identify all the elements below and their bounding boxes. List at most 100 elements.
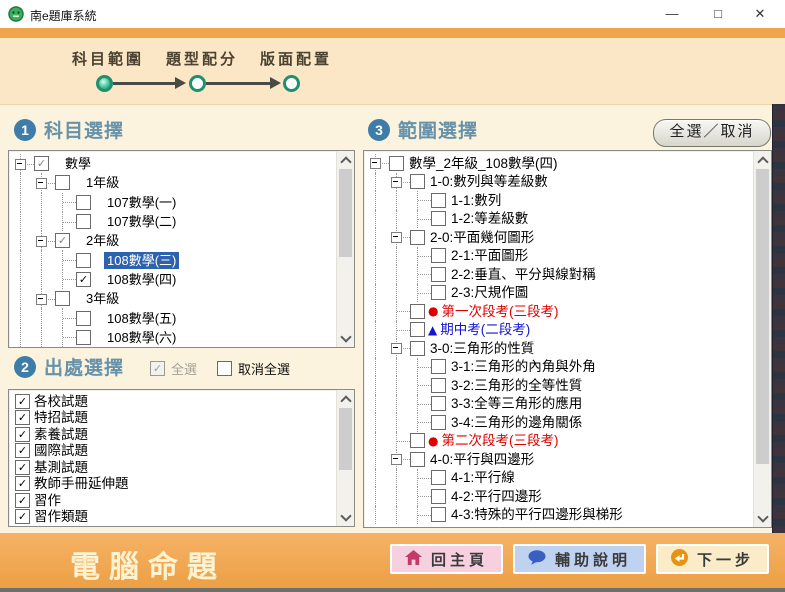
checkbox[interactable] [410, 433, 425, 449]
tree-node-label[interactable]: 4-1:平行線 [448, 469, 518, 486]
checkbox[interactable] [76, 214, 91, 230]
tree-node-label[interactable]: 2-1:平面圖形 [448, 247, 531, 264]
expander-minus-icon[interactable] [36, 293, 47, 305]
scrollbar[interactable] [336, 390, 354, 526]
tree-node-label[interactable]: 4-2:平行四邊形 [448, 488, 545, 505]
tree-node-label[interactable]: 108數學(三) [104, 251, 180, 269]
checkbox[interactable]: ✓ [34, 156, 49, 172]
scroll-up-icon[interactable] [337, 391, 354, 407]
checkbox[interactable] [410, 451, 425, 467]
checkbox[interactable] [431, 470, 446, 486]
checkbox[interactable] [410, 340, 425, 356]
scrollbar-thumb[interactable] [339, 408, 352, 470]
checkbox[interactable]: ✓ [55, 233, 70, 249]
tree-node-label[interactable]: 4-0:平行與四邊形 [427, 451, 537, 468]
expander-minus-icon[interactable] [36, 235, 47, 247]
tree-node-label[interactable]: 1-1:數列 [448, 192, 504, 209]
tree-node-label[interactable]: 3-4:三角形的邊角關係 [448, 414, 585, 431]
minimize-button[interactable]: — [655, 0, 689, 28]
checkbox[interactable] [76, 194, 91, 210]
tree-node-label[interactable]: 2-0:平面幾何圖形 [427, 229, 537, 246]
source-list-item[interactable]: ✓ 特招試題 [11, 410, 337, 427]
checkbox[interactable]: ✓ [15, 393, 30, 409]
tree-node-label[interactable]: 1年級 [83, 174, 122, 191]
checkbox[interactable]: ✓ [15, 410, 30, 426]
checkbox[interactable]: ✓ [15, 509, 30, 525]
checkbox[interactable] [431, 248, 446, 264]
select-all-option[interactable]: ✓ 全選 [150, 359, 197, 378]
expander-minus-icon[interactable] [15, 158, 26, 170]
tree-node-label[interactable]: 2年級 [83, 232, 122, 249]
scroll-up-icon[interactable] [337, 152, 354, 168]
checkbox[interactable] [431, 507, 446, 523]
scrollbar[interactable] [753, 151, 771, 527]
expander-minus-icon[interactable] [370, 158, 381, 170]
subject-tree-panel[interactable]: ✓ 數學 1年級 107數學(一) 107數學(二) ✓ 2年級 108數學(三) ✓ 108數學… [8, 150, 355, 348]
checkbox[interactable] [410, 322, 425, 338]
tree-node-label[interactable]: 2-2:垂直、平分與線對稱 [448, 266, 599, 283]
checkbox[interactable] [431, 414, 446, 430]
expander-minus-icon[interactable] [36, 177, 47, 189]
checkbox[interactable] [410, 174, 425, 190]
maximize-button[interactable]: □ [701, 0, 735, 28]
checkbox[interactable] [431, 285, 446, 301]
checkbox[interactable] [431, 396, 446, 412]
expander-minus-icon[interactable] [391, 454, 402, 466]
source-list-item[interactable]: ✓ 各校試題 [11, 393, 337, 410]
checkbox[interactable] [431, 488, 446, 504]
tree-node-label[interactable]: 1-0:數列與等差級數 [427, 173, 551, 190]
tree-node-label[interactable]: 108數學(四) [104, 271, 179, 288]
deselect-all-checkbox[interactable] [217, 361, 233, 376]
deselect-all-option[interactable]: 取消全選 [217, 359, 290, 378]
tree-node-label[interactable]: 3-1:三角形的內角與外角 [448, 358, 599, 375]
tree-node-label[interactable]: 3年級 [83, 290, 122, 307]
tree-node-label[interactable]: 3-3:全等三角形的應用 [448, 395, 585, 412]
select-all-toggle-button[interactable]: 全選／取消 [653, 119, 771, 147]
tree-node-label[interactable]: 1-2:等差級數 [448, 210, 531, 227]
checkbox[interactable] [431, 211, 446, 227]
checkbox[interactable] [431, 359, 446, 375]
checkbox[interactable] [55, 175, 70, 191]
scroll-down-icon[interactable] [337, 330, 354, 346]
select-all-checkbox[interactable]: ✓ [150, 361, 165, 376]
tree-node-label[interactable]: 4-3:特殊的平行四邊形與梯形 [448, 506, 626, 523]
checkbox[interactable]: ✓ [15, 426, 30, 442]
tree-node-label[interactable]: 3-2:三角形的全等性質 [448, 377, 585, 394]
expander-minus-icon[interactable] [391, 343, 402, 355]
tree-node-label[interactable]: 108數學(五) [104, 310, 179, 327]
checkbox[interactable]: ✓ [15, 476, 30, 492]
checkbox[interactable] [76, 329, 91, 345]
scrollbar-thumb[interactable] [339, 169, 352, 257]
checkbox[interactable] [410, 303, 425, 319]
source-list-item[interactable]: ✓ 國際試題 [11, 443, 337, 460]
source-list-item[interactable]: ✓ 習作類題 [11, 509, 337, 526]
source-list-item[interactable]: ✓ 教師手冊延伸題 [11, 476, 337, 493]
source-list-item[interactable]: ✓ 素養試題 [11, 426, 337, 443]
range-tree-panel[interactable]: 數學_2年級_108數學(四) 1-0:數列與等差級數 1-1:數列 1-2:等差級數… [363, 150, 772, 528]
tree-node-label[interactable]: 3-0:三角形的性質 [427, 340, 537, 357]
close-button[interactable]: ✕ [743, 0, 777, 28]
scroll-up-icon[interactable] [754, 152, 771, 168]
checkbox[interactable] [431, 192, 446, 208]
tree-node-label[interactable]: 第二次段考(三段考) [440, 432, 561, 449]
checkbox[interactable] [431, 266, 446, 282]
checkbox[interactable] [431, 377, 446, 393]
checkbox[interactable] [410, 229, 425, 245]
tree-node-label[interactable]: 107數學(二) [104, 213, 179, 230]
tree-node-label[interactable]: 107數學(一) [104, 194, 179, 211]
scroll-down-icon[interactable] [754, 510, 771, 526]
scroll-down-icon[interactable] [337, 509, 354, 525]
source-list-panel[interactable]: ✓ 各校試題 ✓ 特招試題 ✓ 素養試題 ✓ 國際試題 ✓ 基測試題 ✓ 教師手冊延伸題 ✓ 習作 ✓ 習作類… [8, 389, 355, 527]
tree-node-label[interactable]: 第一次段考(三段考) [440, 303, 561, 320]
checkbox[interactable] [389, 155, 404, 171]
tree-node-label[interactable]: 數學 [62, 155, 94, 172]
checkbox[interactable] [55, 291, 70, 307]
next-step-button[interactable]: 下一步 [655, 544, 769, 574]
checkbox[interactable]: ✓ [76, 271, 91, 287]
tree-node-label[interactable]: 期中考(二段考) [439, 321, 533, 338]
scrollbar-thumb[interactable] [756, 169, 769, 464]
checkbox[interactable] [76, 252, 91, 268]
tree-node-label[interactable]: 數學_2年級_108數學(四) [406, 155, 561, 172]
tree-node-label[interactable]: 108數學(六) [104, 329, 179, 346]
source-list-item[interactable]: ✓ 基測試題 [11, 459, 337, 476]
